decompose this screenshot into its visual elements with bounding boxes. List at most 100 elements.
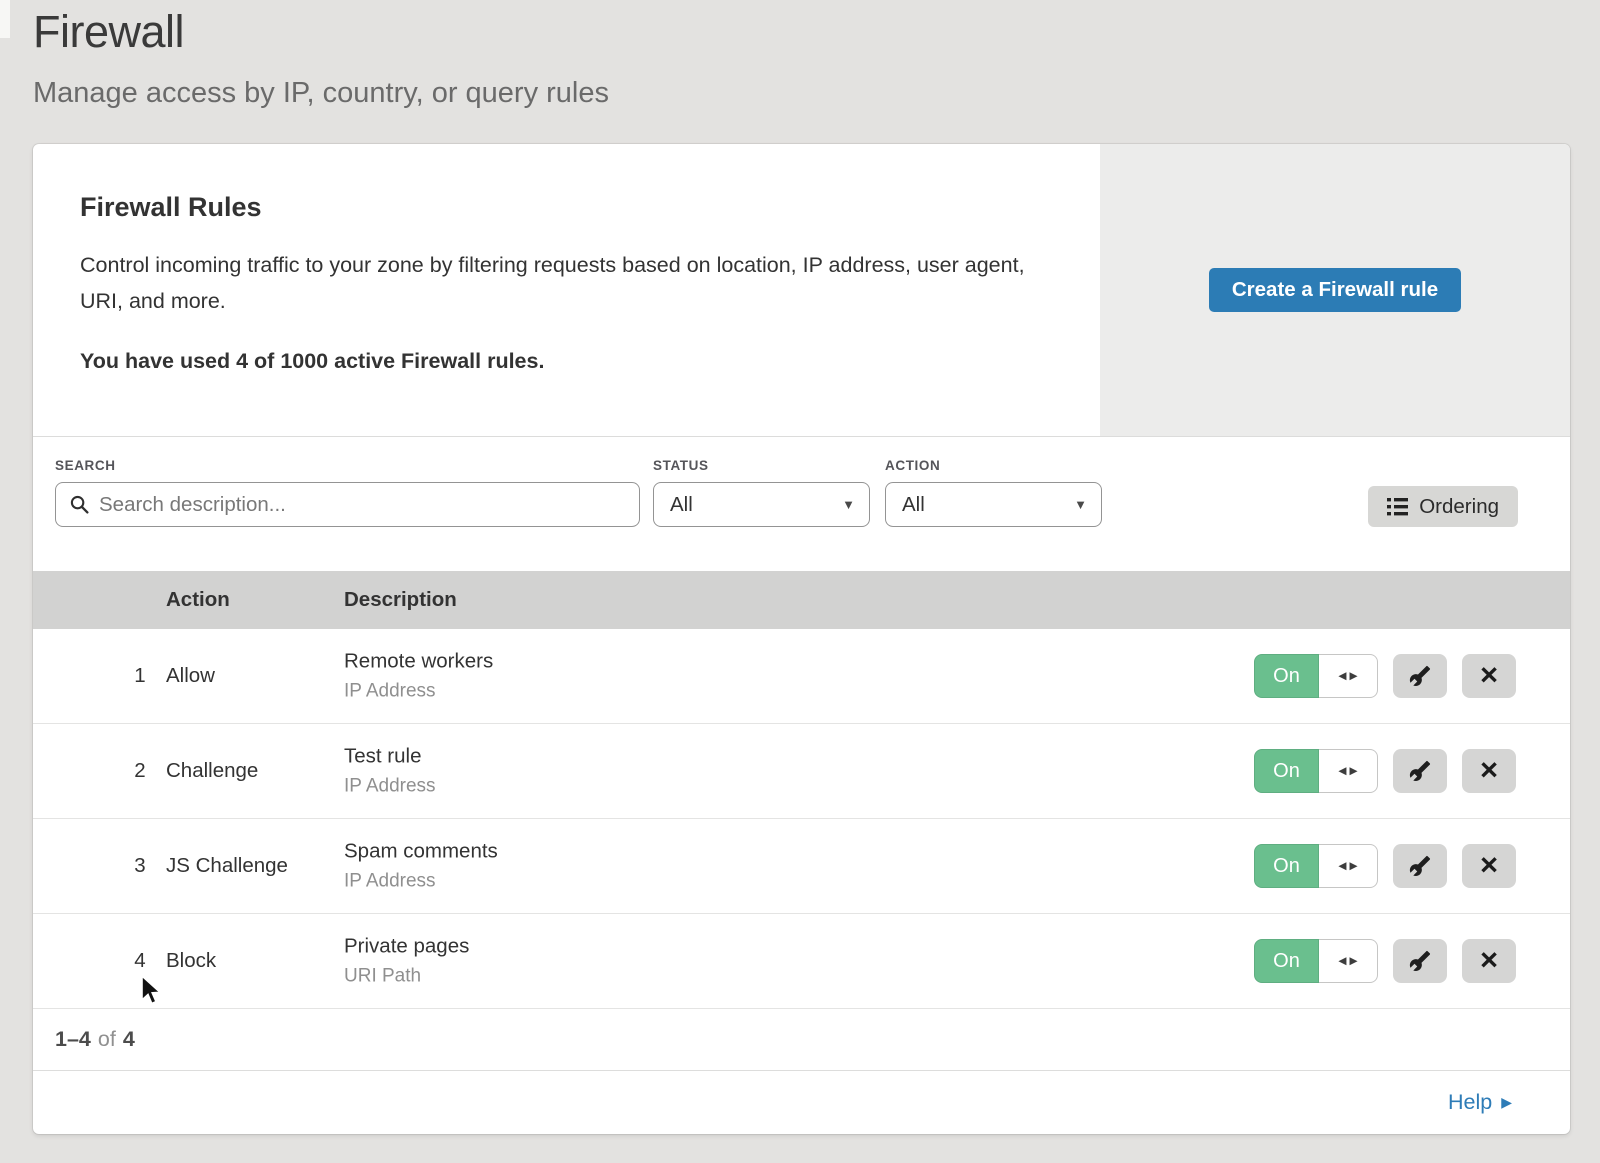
rule-enabled-toggle[interactable]: On ◀▶ <box>1254 844 1378 888</box>
close-icon: × <box>1480 659 1498 690</box>
rule-description-cell: Remote workers IP Address <box>344 650 493 703</box>
firewall-rules-description: Control incoming traffic to your zone by… <box>80 247 1025 319</box>
toggle-on-label[interactable]: On <box>1254 749 1319 793</box>
list-ordering-icon <box>1387 497 1408 516</box>
delete-rule-button[interactable]: × <box>1462 939 1516 983</box>
search-input[interactable] <box>99 493 625 517</box>
action-filter-group: ACTION All ▼ <box>885 458 1102 527</box>
status-select[interactable]: All ▼ <box>653 482 870 527</box>
search-label: SEARCH <box>55 458 640 473</box>
status-filter-group: STATUS All ▼ <box>653 458 870 527</box>
search-icon <box>70 495 89 514</box>
rule-enabled-toggle[interactable]: On ◀▶ <box>1254 654 1378 698</box>
rule-priority: 2 <box>118 759 162 783</box>
rule-action: JS Challenge <box>166 854 288 878</box>
rule-action: Allow <box>166 664 215 688</box>
create-rule-panel: Create a Firewall rule <box>1100 144 1570 436</box>
toggle-arrows-segment[interactable]: ◀▶ <box>1319 844 1378 888</box>
filter-bar: SEARCH STATUS All ▼ ACTION All ▼ <box>33 437 1570 571</box>
delete-rule-button[interactable]: × <box>1462 749 1516 793</box>
help-arrow-icon: ▶ <box>1501 1094 1512 1111</box>
help-link-label: Help <box>1448 1090 1492 1115</box>
edit-rule-button[interactable] <box>1393 939 1447 983</box>
edit-rule-button[interactable] <box>1393 844 1447 888</box>
close-icon: × <box>1480 849 1498 880</box>
toggle-arrows-segment[interactable]: ◀▶ <box>1319 939 1378 983</box>
column-header-action: Action <box>166 588 230 612</box>
rule-field: URI Path <box>344 966 469 988</box>
page-title: Firewall <box>33 6 184 58</box>
table-row: 2 Challenge Test rule IP Address On ◀▶ × <box>33 724 1570 819</box>
firewall-rules-heading: Firewall Rules <box>80 192 1030 223</box>
arrow-left-icon: ◀ <box>1338 955 1346 967</box>
column-header-description: Description <box>344 588 457 612</box>
rule-description-cell: Test rule IP Address <box>344 745 436 798</box>
ordering-button-label: Ordering <box>1419 495 1499 519</box>
window-edge-artifact <box>0 0 10 38</box>
action-select-value: All <box>902 493 925 517</box>
rule-description: Remote workers <box>344 650 493 674</box>
rule-field: IP Address <box>344 776 436 798</box>
firewall-rules-info: Firewall Rules Control incoming traffic … <box>80 192 1030 374</box>
toggle-on-label[interactable]: On <box>1254 654 1319 698</box>
rule-field: IP Address <box>344 871 498 893</box>
rule-priority: 3 <box>118 854 162 878</box>
rule-enabled-toggle[interactable]: On ◀▶ <box>1254 749 1378 793</box>
arrow-right-icon: ▶ <box>1350 670 1358 682</box>
status-select-value: All <box>670 493 693 517</box>
status-label: STATUS <box>653 458 870 473</box>
pagination-of: of <box>98 1027 116 1052</box>
toggle-arrows-segment[interactable]: ◀▶ <box>1319 749 1378 793</box>
rule-field: IP Address <box>344 681 493 703</box>
wrench-icon <box>1409 950 1431 972</box>
ordering-button[interactable]: Ordering <box>1368 486 1518 527</box>
edit-rule-button[interactable] <box>1393 654 1447 698</box>
rule-priority: 4 <box>118 949 162 973</box>
search-input-container[interactable] <box>55 482 640 527</box>
action-select[interactable]: All ▼ <box>885 482 1102 527</box>
arrow-right-icon: ▶ <box>1350 860 1358 872</box>
page-subtitle: Manage access by IP, country, or query r… <box>33 77 609 110</box>
rule-enabled-toggle[interactable]: On ◀▶ <box>1254 939 1378 983</box>
arrow-right-icon: ▶ <box>1350 765 1358 777</box>
firewall-rules-usage: You have used 4 of 1000 active Firewall … <box>80 349 1030 374</box>
pagination-range: 1–4 <box>55 1027 91 1052</box>
delete-rule-button[interactable]: × <box>1462 844 1516 888</box>
table-header: Action Description <box>33 571 1570 629</box>
toggle-on-label[interactable]: On <box>1254 939 1319 983</box>
arrow-left-icon: ◀ <box>1338 860 1346 872</box>
rule-priority: 1 <box>118 664 162 688</box>
wrench-icon <box>1409 855 1431 877</box>
firewall-rules-table: Action Description 1 Allow Remote worker… <box>33 571 1570 1009</box>
edit-rule-button[interactable] <box>1393 749 1447 793</box>
rule-description-cell: Private pages URI Path <box>344 935 469 988</box>
create-firewall-rule-button[interactable]: Create a Firewall rule <box>1209 268 1461 312</box>
close-icon: × <box>1480 754 1498 785</box>
arrow-left-icon: ◀ <box>1338 765 1346 777</box>
rule-controls: On ◀▶ × <box>1254 654 1516 698</box>
action-label: ACTION <box>885 458 1102 473</box>
pagination: 1–4 of 4 <box>33 1009 1570 1071</box>
card-footer: Help ▶ <box>33 1071 1570 1134</box>
table-row: 1 Allow Remote workers IP Address On ◀▶ … <box>33 629 1570 724</box>
rule-action: Block <box>166 949 216 973</box>
wrench-icon <box>1409 760 1431 782</box>
pagination-total: 4 <box>123 1027 135 1052</box>
arrow-left-icon: ◀ <box>1338 670 1346 682</box>
rule-description: Spam comments <box>344 840 498 864</box>
rule-description: Private pages <box>344 935 469 959</box>
close-icon: × <box>1480 944 1498 975</box>
table-row: 4 Block Private pages URI Path On ◀▶ × <box>33 914 1570 1009</box>
rule-description-cell: Spam comments IP Address <box>344 840 498 893</box>
rule-controls: On ◀▶ × <box>1254 749 1516 793</box>
help-link[interactable]: Help ▶ <box>1448 1090 1512 1115</box>
search-filter-group: SEARCH <box>55 458 640 527</box>
arrow-right-icon: ▶ <box>1350 955 1358 967</box>
delete-rule-button[interactable]: × <box>1462 654 1516 698</box>
toggle-on-label[interactable]: On <box>1254 844 1319 888</box>
rule-controls: On ◀▶ × <box>1254 844 1516 888</box>
wrench-icon <box>1409 665 1431 687</box>
rule-description: Test rule <box>344 745 436 769</box>
table-row: 3 JS Challenge Spam comments IP Address … <box>33 819 1570 914</box>
toggle-arrows-segment[interactable]: ◀▶ <box>1319 654 1378 698</box>
